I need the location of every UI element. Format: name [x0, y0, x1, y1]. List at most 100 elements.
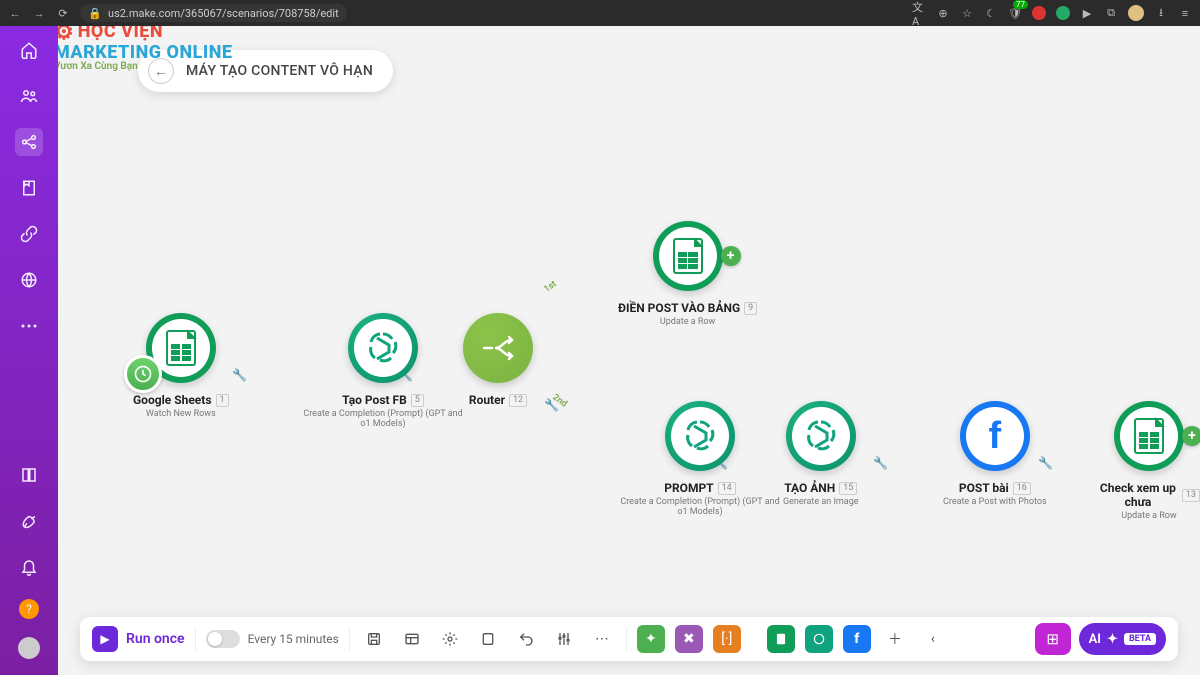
lock-icon: 🔒: [88, 6, 102, 20]
wrench-icon[interactable]: 🔧: [232, 368, 247, 382]
nav-team[interactable]: [15, 82, 43, 110]
chip-openai[interactable]: [805, 625, 833, 653]
sparkle-icon: ✦: [1107, 632, 1118, 647]
node-index: 12: [509, 394, 527, 407]
node-post-bai[interactable]: f POST bài 16 Create a Post with Photos: [943, 401, 1047, 507]
browser-chrome-bar: ← → ⟳ 🔒 us2.make.com/365067/scenarios/70…: [0, 0, 1200, 26]
url-text: us2.make.com/365067/scenarios/708758/edi…: [108, 7, 339, 20]
nav-rocket[interactable]: [15, 507, 43, 535]
beta-badge: BETA: [1124, 633, 1156, 645]
node-subtitle: Watch New Rows: [146, 409, 216, 419]
profile-avatar-icon[interactable]: [1128, 5, 1144, 21]
node-title: Router: [469, 393, 505, 407]
nav-more[interactable]: [15, 312, 43, 340]
star-icon[interactable]: ☆: [960, 6, 974, 20]
nav-webhooks[interactable]: [15, 266, 43, 294]
zoom-icon[interactable]: ⊕: [936, 6, 950, 20]
download-icon[interactable]: ⭳: [1154, 6, 1168, 20]
sheets-icon: [166, 330, 196, 366]
notes-button[interactable]: [474, 625, 502, 653]
moon-icon[interactable]: ☾: [984, 6, 998, 20]
chip-flow[interactable]: ✖: [675, 625, 703, 653]
ext-flag-red-icon[interactable]: [1032, 6, 1046, 20]
collapse-button[interactable]: ‹: [919, 625, 947, 653]
app-sidebar: ?: [0, 26, 58, 675]
node-title: TẠO ẢNH: [784, 481, 835, 495]
save-button[interactable]: [360, 625, 388, 653]
openai-icon: [680, 416, 720, 456]
nav-forward-icon[interactable]: →: [32, 6, 46, 20]
nav-scenarios[interactable]: [15, 128, 43, 156]
play-icon: ▶: [92, 626, 118, 652]
menu-icon[interactable]: ≡: [1178, 6, 1192, 20]
node-subtitle: Create a Completion (Prompt) (GPT and o1…: [620, 497, 780, 517]
nav-reload-icon[interactable]: ⟳: [56, 6, 70, 20]
more-button[interactable]: ⋯: [588, 625, 616, 653]
schedule-label: Every 15 minutes: [248, 632, 339, 646]
sheets-icon: [1134, 418, 1164, 454]
plus-badge-icon[interactable]: +: [1182, 426, 1200, 446]
nav-home[interactable]: [15, 36, 43, 64]
address-bar[interactable]: 🔒 us2.make.com/365067/scenarios/708758/e…: [80, 4, 347, 22]
nav-back-icon[interactable]: ←: [8, 6, 22, 20]
nav-docs[interactable]: [15, 461, 43, 489]
auto-align-button[interactable]: [550, 625, 578, 653]
node-tao-post-fb[interactable]: Tạo Post FB 5 Create a Completion (Prompt…: [303, 313, 463, 429]
node-index: 5: [411, 394, 424, 407]
schedule-toggle[interactable]: [206, 630, 240, 648]
node-index: 16: [1013, 482, 1031, 495]
run-once-button[interactable]: ▶ Run once: [92, 626, 185, 652]
play-ext-icon[interactable]: ▶: [1080, 6, 1094, 20]
shield-icon[interactable]: 🛡77: [1008, 6, 1022, 20]
wrench-icon[interactable]: 🔧: [873, 456, 888, 470]
node-title: ĐIỀN POST VÀO BẢNG: [618, 301, 740, 315]
chip-tools[interactable]: ✦: [637, 625, 665, 653]
facebook-icon: f: [988, 415, 1001, 458]
scenario-canvas[interactable]: ⚙HỌC VIỆN MARKETING ONLINE Vươn Xa Cùng …: [58, 26, 1200, 675]
node-subtitle: Update a Row: [1121, 511, 1176, 521]
watermark-logo: ⚙HỌC VIỆN MARKETING ONLINE Vươn Xa Cùng …: [58, 26, 233, 72]
node-subtitle: Create a Post with Photos: [943, 497, 1047, 507]
nav-notifications[interactable]: [15, 553, 43, 581]
sheets-icon: [673, 238, 703, 274]
chip-sheets[interactable]: [767, 625, 795, 653]
node-title: Tạo Post FB: [342, 393, 407, 407]
node-index: 9: [744, 302, 757, 315]
openai-icon: [363, 328, 403, 368]
wrench-icon[interactable]: 🔧: [544, 398, 559, 412]
plus-badge-icon[interactable]: +: [721, 246, 741, 266]
node-check-xem-up-chua[interactable]: + Check xem up chưa13 Update a Row: [1098, 401, 1200, 521]
add-module-button[interactable]: ＋: [881, 625, 909, 653]
nav-help[interactable]: ?: [19, 599, 39, 619]
node-prompt[interactable]: PROMPT14 Create a Completion (Prompt) (G…: [620, 401, 780, 517]
node-index: 14: [718, 482, 736, 495]
node-router[interactable]: Router 12: [463, 313, 533, 407]
chip-http[interactable]: [·]: [713, 625, 741, 653]
clock-badge-icon: [124, 355, 162, 393]
node-index: 15: [839, 482, 857, 495]
router-path-1-label: 1st: [542, 279, 558, 295]
ext-flag-green-icon[interactable]: [1056, 6, 1070, 20]
translate-icon[interactable]: 文A: [912, 6, 926, 20]
schedule-control[interactable]: Every 15 minutes: [206, 630, 339, 648]
openai-icon: [801, 416, 841, 456]
node-tao-anh[interactable]: TẠO ẢNH 15 Generate an Image: [783, 401, 859, 507]
settings-button[interactable]: [436, 625, 464, 653]
node-google-sheets[interactable]: Google Sheets1 Watch New Rows: [133, 313, 229, 419]
ai-button[interactable]: AI ✦ BETA: [1079, 623, 1166, 655]
node-title: Check xem up chưa: [1098, 481, 1178, 509]
nav-connections[interactable]: [15, 220, 43, 248]
apps-grid-button[interactable]: ⊞: [1035, 623, 1071, 655]
chip-facebook[interactable]: f: [843, 625, 871, 653]
nav-user-avatar[interactable]: [18, 637, 40, 659]
bookmark-icon[interactable]: ⧉: [1104, 6, 1118, 20]
nav-templates[interactable]: [15, 174, 43, 202]
layout-button[interactable]: [398, 625, 426, 653]
node-dien-post-vao-bang[interactable]: + ĐIỀN POST VÀO BẢNG9 Update a Row: [618, 221, 757, 327]
undo-button[interactable]: [512, 625, 540, 653]
node-title: POST bài: [959, 481, 1009, 495]
node-subtitle: Create a Completion (Prompt) (GPT and o1…: [303, 409, 463, 429]
bottom-toolbar: ▶ Run once Every 15 minutes ⋯ ✦ ✖ [·] f: [80, 617, 1178, 661]
node-subtitle: Generate an Image: [783, 497, 859, 507]
node-index: 1: [216, 394, 229, 407]
